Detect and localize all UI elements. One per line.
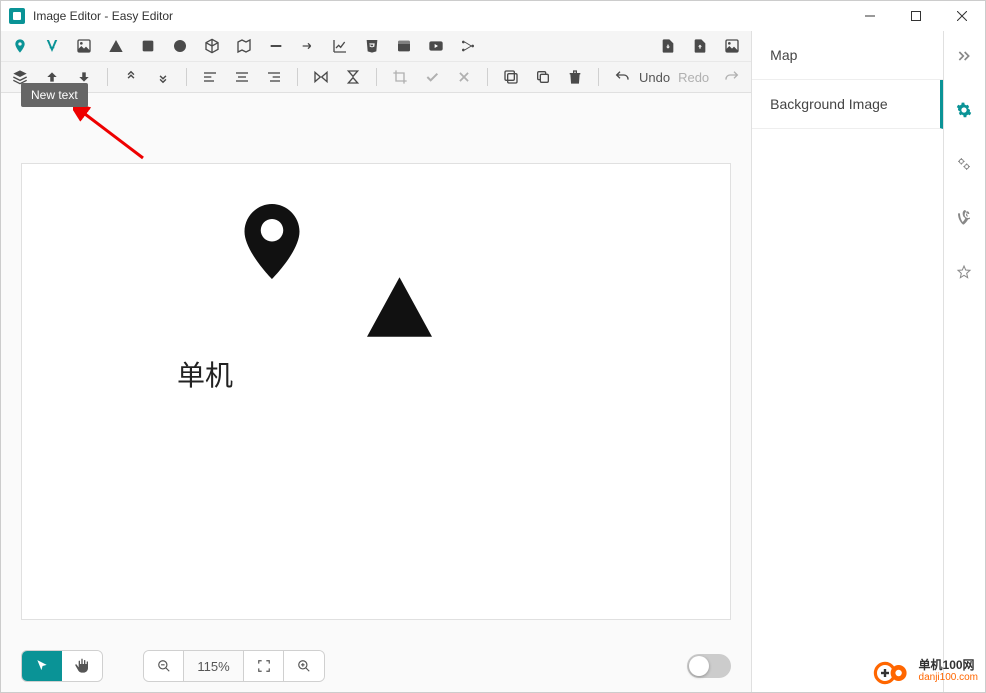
cancel-icon[interactable]: [455, 68, 473, 86]
line-tool[interactable]: [267, 37, 285, 55]
minimize-button[interactable]: [847, 1, 893, 31]
align-center-icon[interactable]: [233, 68, 251, 86]
download-file-icon[interactable]: [659, 37, 677, 55]
triangle-tool[interactable]: [107, 37, 125, 55]
zoom-in-button[interactable]: [284, 651, 324, 681]
right-panel: Map Background Image: [751, 31, 943, 692]
canvas[interactable]: 单机: [21, 163, 731, 620]
watermark-text-en: danji100.com: [919, 672, 978, 684]
panel-item-map[interactable]: Map: [752, 31, 943, 80]
delete-icon[interactable]: [566, 68, 584, 86]
canvas-triangle-shape[interactable]: [367, 277, 432, 337]
flip-v-icon[interactable]: [344, 68, 362, 86]
upload-file-icon[interactable]: [691, 37, 709, 55]
watermark-text-cn: 单机100网: [919, 658, 978, 672]
annotation-arrow: [73, 103, 153, 163]
close-button[interactable]: [939, 1, 985, 31]
bring-front-icon[interactable]: [122, 68, 140, 86]
arrow-tool[interactable]: [299, 37, 317, 55]
redo-button[interactable]: Redo: [684, 68, 741, 86]
circle-tool[interactable]: [171, 37, 189, 55]
advanced-settings-icon[interactable]: [955, 155, 973, 173]
send-back-icon[interactable]: [154, 68, 172, 86]
app-icon: [9, 8, 25, 24]
zoom-control: 115%: [143, 650, 325, 682]
watermark: 单机100网 danji100.com: [873, 657, 978, 685]
window-title: Image Editor - Easy Editor: [33, 9, 847, 23]
vine-icon[interactable]: [955, 209, 973, 227]
settings-icon[interactable]: [955, 101, 973, 119]
panel-item-background[interactable]: Background Image: [752, 80, 943, 129]
expand-rail-icon[interactable]: [955, 47, 973, 65]
chart-tool[interactable]: [331, 37, 349, 55]
canvas-text-element[interactable]: 单机: [177, 354, 233, 394]
toggle-switch[interactable]: [687, 654, 731, 678]
select-mode-button[interactable]: [22, 651, 62, 681]
redo-label: Redo: [678, 70, 709, 85]
export-image-icon[interactable]: [723, 37, 741, 55]
polygon-tool[interactable]: [235, 37, 253, 55]
connector-tool[interactable]: [459, 37, 477, 55]
align-right-icon[interactable]: [265, 68, 283, 86]
copy-icon[interactable]: [534, 68, 552, 86]
star-icon[interactable]: [955, 263, 973, 281]
titlebar: Image Editor - Easy Editor: [1, 1, 985, 31]
window-controls: [847, 1, 985, 31]
zoom-value[interactable]: 115%: [184, 651, 244, 681]
align-left-icon[interactable]: [201, 68, 219, 86]
pin-tool[interactable]: [11, 37, 29, 55]
redo-icon: [723, 68, 741, 86]
pan-mode-button[interactable]: [62, 651, 102, 681]
duplicate-icon[interactable]: [502, 68, 520, 86]
cube-tool[interactable]: [203, 37, 221, 55]
html-tool[interactable]: [363, 37, 381, 55]
image-tool[interactable]: [75, 37, 93, 55]
zoom-fit-button[interactable]: [244, 651, 284, 681]
right-rail: [943, 31, 985, 692]
undo-icon: [613, 68, 631, 86]
undo-button[interactable]: Undo: [613, 68, 670, 86]
panel-tool[interactable]: [395, 37, 413, 55]
undo-label: Undo: [639, 70, 670, 85]
zoom-out-button[interactable]: [144, 651, 184, 681]
flip-h-icon[interactable]: [312, 68, 330, 86]
crop-icon[interactable]: [391, 68, 409, 86]
video-tool[interactable]: [427, 37, 445, 55]
maximize-button[interactable]: [893, 1, 939, 31]
canvas-pin-shape[interactable]: [242, 204, 302, 279]
watermark-logo: [873, 657, 913, 685]
check-icon[interactable]: [423, 68, 441, 86]
text-tool[interactable]: [43, 37, 61, 55]
tooltip-new-text: New text: [21, 83, 88, 107]
toolbar: Undo Redo: [1, 31, 751, 93]
bottom-bar: 115%: [1, 640, 751, 692]
square-tool[interactable]: [139, 37, 157, 55]
